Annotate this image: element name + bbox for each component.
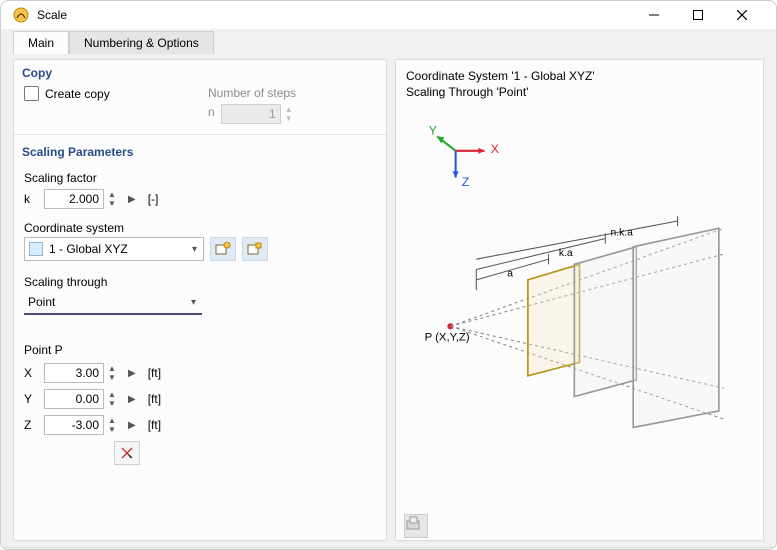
k-input[interactable]: 2.000 ▲▼ — [44, 189, 118, 209]
n-label: n — [208, 105, 215, 119]
coord-system-label: Coordinate system — [24, 221, 378, 235]
coord-system-value: 1 - Global XYZ — [49, 242, 128, 256]
bottom-bar: ? 0,00 OK Cancel Apply — [1, 547, 776, 550]
minimize-button[interactable] — [632, 1, 676, 29]
coord-swatch-icon — [29, 242, 43, 256]
y-unit: [ft] — [148, 392, 161, 406]
titlebar: Scale — [1, 1, 776, 29]
scaling-through-value: Point — [28, 295, 55, 309]
new-coord-system-button[interactable] — [210, 237, 236, 261]
left-panel: Copy Create copy Number of steps n 1 ▲▼ — [13, 59, 387, 541]
point-p-heading: Point P — [24, 343, 378, 357]
maximize-button[interactable] — [676, 1, 720, 29]
checkbox-box-icon — [24, 86, 39, 101]
k-spinner[interactable]: ▲▼ — [106, 190, 118, 208]
z-step-icon[interactable]: ▶ — [128, 420, 136, 431]
create-copy-checkbox[interactable]: Create copy — [24, 86, 208, 101]
preview-settings-button[interactable] — [404, 514, 428, 538]
y-step-icon[interactable]: ▶ — [128, 394, 136, 405]
steps-input: 1 ▲▼ — [221, 104, 295, 124]
preview-title-1: Coordinate System '1 - Global XYZ' — [406, 68, 753, 84]
x-label: X — [24, 366, 38, 380]
pick-point-button[interactable] — [114, 441, 140, 465]
steps-spinner: ▲▼ — [283, 105, 295, 123]
close-button[interactable] — [720, 1, 764, 29]
chevron-down-icon: ▾ — [191, 297, 196, 308]
tab-bar: Main Numbering & Options — [1, 29, 776, 53]
preview-diagram: X Y Z P (X,Y,Z) — [404, 108, 755, 503]
preview-panel: Coordinate System '1 - Global XYZ' Scali… — [395, 59, 764, 541]
dim-a: a — [507, 269, 513, 280]
dim-nka: n.k.a — [610, 228, 633, 239]
z-input[interactable]: -3.00 ▲▼ — [44, 415, 118, 435]
x-input[interactable]: 3.00 ▲▼ — [44, 363, 118, 383]
edit-coord-system-button[interactable] — [242, 237, 268, 261]
y-input[interactable]: 0.00 ▲▼ — [44, 389, 118, 409]
scaling-factor-label: Scaling factor — [24, 171, 378, 185]
z-spinner[interactable]: ▲▼ — [106, 416, 118, 434]
x-step-icon[interactable]: ▶ — [128, 368, 136, 379]
create-copy-label: Create copy — [45, 87, 110, 101]
tab-main[interactable]: Main — [13, 31, 69, 54]
axis-x-label: X — [491, 142, 499, 156]
z-value: -3.00 — [44, 415, 104, 435]
preview-title-2: Scaling Through 'Point' — [406, 84, 753, 100]
coord-system-select[interactable]: 1 - Global XYZ ▾ — [24, 237, 204, 261]
x-value: 3.00 — [44, 363, 104, 383]
z-unit: [ft] — [148, 418, 161, 432]
y-value: 0.00 — [44, 389, 104, 409]
x-unit: [ft] — [148, 366, 161, 380]
k-label: k — [24, 192, 38, 206]
scale-dialog: Scale Main Numbering & Options Copy Crea… — [0, 0, 777, 550]
axis-y-label: Y — [429, 124, 437, 138]
k-value: 2.000 — [44, 189, 104, 209]
k-step-icon[interactable]: ▶ — [128, 194, 136, 205]
steps-value: 1 — [221, 104, 281, 124]
tab-numbering-options[interactable]: Numbering & Options — [69, 31, 214, 54]
number-of-steps-label: Number of steps — [208, 86, 378, 100]
app-icon — [13, 7, 29, 23]
copy-heading: Copy — [14, 60, 386, 84]
window-title: Scale — [37, 8, 67, 22]
z-label: Z — [24, 418, 38, 432]
x-spinner[interactable]: ▲▼ — [106, 364, 118, 382]
scaling-through-select[interactable]: Point ▾ — [24, 291, 202, 315]
dim-ka: k.a — [559, 248, 573, 259]
y-spinner[interactable]: ▲▼ — [106, 390, 118, 408]
axis-z-label: Z — [462, 175, 470, 189]
k-unit: [-] — [148, 192, 159, 206]
scaling-through-label: Scaling through — [24, 275, 378, 289]
scaling-heading: Scaling Parameters — [14, 139, 386, 163]
point-p-label: P (X,Y,Z) — [425, 332, 470, 344]
y-label: Y — [24, 392, 38, 406]
chevron-down-icon: ▾ — [192, 244, 197, 255]
